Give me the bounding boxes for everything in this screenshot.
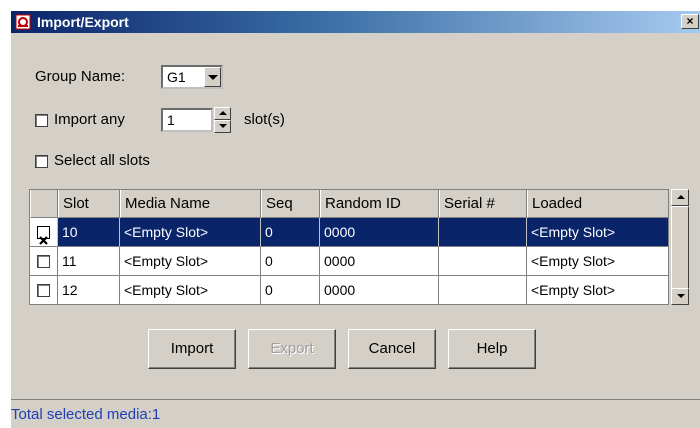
import-count-input[interactable]: 1 [161,108,213,132]
spinner-up-button[interactable] [214,107,231,120]
slot-cell: 10 [58,218,120,247]
title-bar[interactable]: Import/Export × [11,11,700,33]
serial-cell [439,276,527,304]
loaded-cell: <Empty Slot> [527,218,668,247]
random-id-cell: 0000 [320,218,439,247]
close-button[interactable]: × [681,14,699,29]
dropdown-button[interactable] [204,67,221,87]
column-header-serial[interactable]: Serial # [439,190,527,218]
arrow-up-icon [219,111,227,115]
column-header-seq[interactable]: Seq [261,190,320,218]
import-count-spinner [214,107,231,133]
status-text: Total selected media:1 [11,406,161,423]
slots-suffix-label: slot(s) [244,111,285,128]
scroll-down-button[interactable] [671,288,689,305]
media-name-cell: <Empty Slot> [120,218,261,247]
group-name-dropdown[interactable]: G1 [161,65,223,89]
import-any-label: Import any [54,111,125,128]
group-name-label: Group Name: [35,68,126,85]
serial-cell [439,247,527,276]
media-table: Slot Media Name Seq Random ID Serial # L… [29,189,669,305]
export-button[interactable]: Export [248,329,336,369]
help-button[interactable]: Help [448,329,536,369]
scroll-up-button[interactable] [671,189,689,206]
table-row[interactable]: 12 <Empty Slot> 0 0000 <Empty Slot> [30,276,668,304]
column-header-media-name[interactable]: Media Name [120,190,261,218]
table-scrollbar[interactable] [671,189,689,305]
row-select-cell[interactable] [30,247,58,276]
row-checkbox[interactable] [37,284,50,297]
close-icon: × [686,14,694,28]
serial-cell [439,218,527,247]
status-bar: Total selected media:1 [11,399,700,428]
import-button[interactable]: Import [148,329,236,369]
arrow-down-icon [219,124,227,128]
arrow-up-icon [677,195,685,199]
import-export-window: Import/Export × Group Name: G1 Import an… [10,10,700,428]
table-row[interactable]: 10 <Empty Slot> 0 0000 <Empty Slot> [30,218,668,247]
select-all-checkbox[interactable] [35,155,48,168]
media-name-cell: <Empty Slot> [120,276,261,304]
spinner-down-button[interactable] [214,120,231,133]
seq-cell: 0 [261,218,320,247]
loaded-cell: <Empty Slot> [527,247,668,276]
random-id-cell: 0000 [320,247,439,276]
slot-cell: 12 [58,276,120,304]
row-select-cell[interactable] [30,218,58,247]
app-icon [15,14,31,30]
row-checkbox[interactable] [37,255,50,268]
table-row[interactable]: 11 <Empty Slot> 0 0000 <Empty Slot> [30,247,668,276]
select-all-label: Select all slots [54,152,150,169]
media-name-cell: <Empty Slot> [120,247,261,276]
window-title: Import/Export [37,14,129,30]
loaded-cell: <Empty Slot> [527,276,668,304]
arrow-down-icon [677,294,685,298]
column-header-slot[interactable]: Slot [58,190,120,218]
column-header-loaded[interactable]: Loaded [527,190,668,218]
column-header-random-id[interactable]: Random ID [320,190,439,218]
random-id-cell: 0000 [320,276,439,304]
row-select-cell[interactable] [30,276,58,304]
row-checkbox[interactable] [37,226,50,245]
slot-cell: 11 [58,247,120,276]
seq-cell: 0 [261,247,320,276]
group-name-value: G1 [167,69,186,85]
chevron-down-icon [208,75,218,80]
column-header-select[interactable] [30,190,58,218]
cancel-button[interactable]: Cancel [348,329,436,369]
scroll-thumb[interactable] [671,206,689,290]
check-x-icon [39,236,48,245]
import-count-value: 1 [167,112,175,128]
seq-cell: 0 [261,276,320,304]
import-any-checkbox[interactable] [35,114,48,127]
